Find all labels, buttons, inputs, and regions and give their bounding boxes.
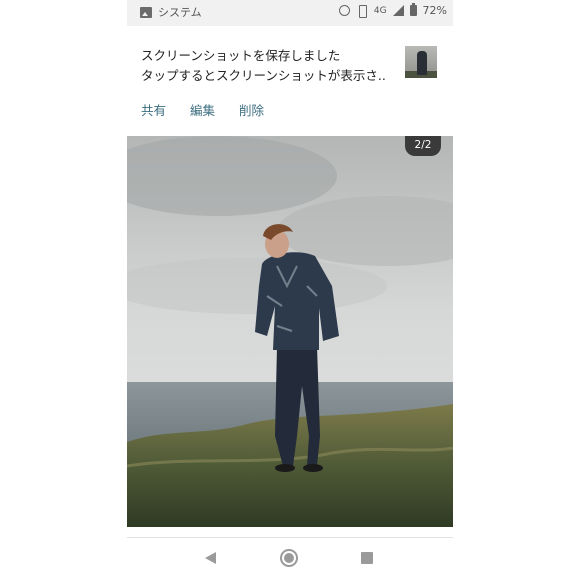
product-photo[interactable]: 2/2 (127, 136, 453, 527)
status-bar: システム 4G 72% (127, 0, 453, 26)
screenshot-notification[interactable]: スクリーンショットを保存しました タップするとスクリーンショットが表示さ.. 共… (127, 26, 453, 136)
back-triangle-icon[interactable] (205, 552, 216, 564)
screenshot-thumbnail[interactable] (405, 46, 437, 78)
thumbnail-figure (417, 51, 427, 75)
status-app-label: システム (158, 6, 202, 19)
right-shoe (303, 464, 323, 472)
vibrate-icon (356, 5, 368, 18)
recents-square-icon[interactable] (361, 552, 373, 564)
status-right: 4G 72% (338, 3, 447, 18)
photo-scene (127, 136, 453, 527)
network-type: 4G (373, 5, 387, 16)
delete-button[interactable]: 削除 (239, 100, 264, 119)
notification-text: スクリーンショットを保存しました タップするとスクリーンショットが表示さ.. (141, 46, 393, 86)
battery-icon (409, 3, 417, 16)
notification-title: スクリーンショットを保存しました (141, 48, 341, 63)
signal-icon (392, 5, 404, 16)
share-button[interactable]: 共有 (141, 100, 166, 119)
image-icon (140, 6, 152, 18)
status-left: システム (140, 4, 202, 20)
edit-button[interactable]: 編集 (190, 100, 215, 119)
alarm-icon (338, 5, 350, 16)
home-circle-icon[interactable] (280, 549, 298, 567)
left-shoe (275, 464, 295, 472)
navigation-bar (127, 538, 453, 580)
battery-percent: 72% (422, 4, 447, 17)
notification-body: タップするとスクリーンショットが表示さ.. (141, 68, 386, 83)
phone-screen: システム 4G 72% スクリーンショットを保存しました タップするとスクリーン… (127, 0, 453, 580)
notification-actions: 共有 編集 削除 (141, 100, 264, 119)
image-counter: 2/2 (405, 136, 441, 156)
